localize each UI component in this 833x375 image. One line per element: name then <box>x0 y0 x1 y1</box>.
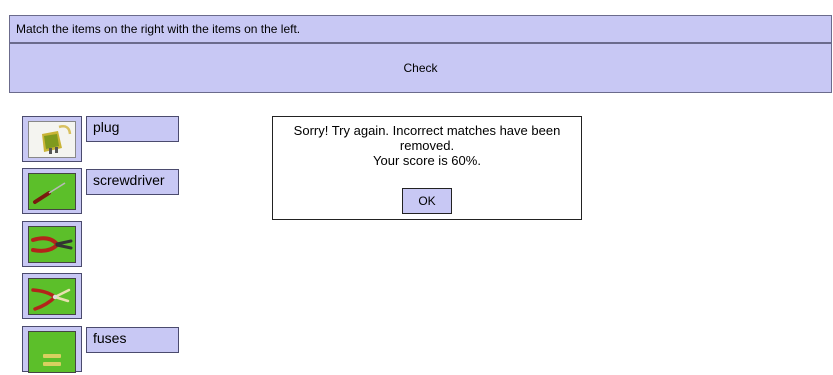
label-slot-2[interactable]: screwdriver <box>86 169 179 195</box>
plug-icon <box>28 121 76 158</box>
instructions-bar: Match the items on the right with the it… <box>9 15 832 43</box>
label-slot-5[interactable]: fuses <box>86 327 179 353</box>
wire-strippers-icon <box>28 278 76 315</box>
check-button[interactable]: Check <box>9 43 832 93</box>
label-text: screwdriver <box>93 172 165 188</box>
dialog-message-line-1: Sorry! Try again. Incorrect matches have… <box>293 123 561 138</box>
screwdriver-icon <box>28 173 76 210</box>
item-fuses-thumbnail[interactable] <box>22 326 82 373</box>
label-text: fuses <box>93 330 127 346</box>
dialog-score-text: Your score is 60%. <box>373 153 481 168</box>
feedback-dialog: Sorry! Try again. Incorrect matches have… <box>272 116 582 220</box>
item-screwdriver-thumbnail[interactable] <box>22 168 82 214</box>
check-label: Check <box>403 61 438 75</box>
ok-button[interactable]: OK <box>402 188 452 214</box>
label-text: plug <box>93 119 120 135</box>
dialog-message-line-2: removed. <box>399 138 455 153</box>
pliers-icon <box>28 226 76 263</box>
instructions-text: Match the items on the right with the it… <box>16 22 301 36</box>
label-slot-1[interactable]: plug <box>86 116 179 142</box>
item-wire-strippers-thumbnail[interactable] <box>22 273 82 319</box>
item-pliers-thumbnail[interactable] <box>22 221 82 267</box>
item-plug-thumbnail[interactable] <box>22 116 82 162</box>
fuses-icon <box>28 331 76 373</box>
